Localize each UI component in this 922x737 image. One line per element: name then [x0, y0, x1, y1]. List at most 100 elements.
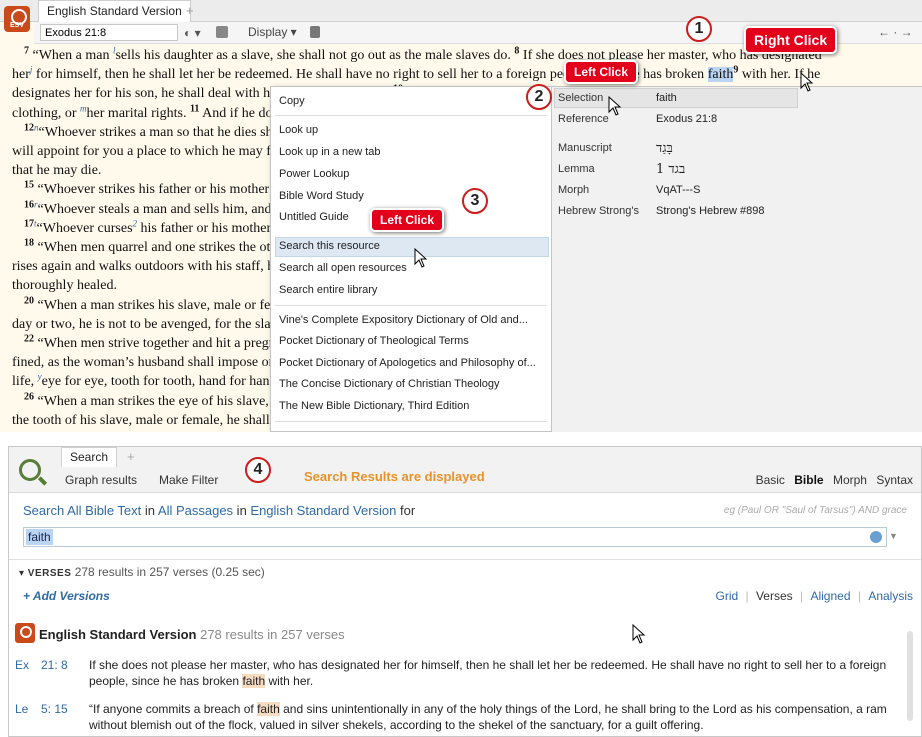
verse-text: with her. [738, 67, 795, 83]
manuscript-key: Manuscript [558, 142, 612, 154]
esv-logo-icon: ESV [4, 6, 30, 32]
mode-basic[interactable]: Basic [756, 473, 785, 487]
menu-item-power-lookup[interactable]: Power Lookup [279, 168, 349, 180]
reference-value[interactable]: Exodus 21:8 [656, 113, 717, 125]
tab-search[interactable]: Search [61, 447, 118, 467]
menu-item-untitled-guide[interactable]: Untitled Guide [279, 211, 349, 223]
display-menu[interactable]: Display ▾ [248, 25, 297, 39]
menu-item-search-entire-library[interactable]: Search entire library [279, 284, 377, 296]
add-versions-link[interactable]: + Add Versions [23, 589, 110, 603]
mode-syntax[interactable]: Syntax [876, 473, 913, 487]
search-header: Search + Graph results Make Filter Searc… [9, 447, 921, 493]
scope-version-link[interactable]: English Standard Version [250, 503, 396, 518]
menu-item-bible-word-study[interactable]: Bible Word Study [279, 190, 364, 202]
result-version-name[interactable]: English Standard Version [39, 627, 196, 642]
verses-count: 278 results in 257 verses (0.25 sec) [71, 565, 265, 579]
search-scope: Search All Bible Text in All Passages in… [23, 503, 415, 518]
menu-item-search-open-resources[interactable]: Search all open resources [279, 262, 407, 274]
view-tabs: Grid | Verses | Aligned | Analysis [711, 589, 913, 603]
scope-in: in [233, 503, 251, 518]
bible-panel: English Standard Version + ESV ◐ ▾ Displ… [0, 0, 922, 432]
menu-item-vines-dictionary[interactable]: Vine's Complete Expository Dictionary of… [279, 314, 528, 326]
selected-word[interactable]: faith [707, 67, 734, 83]
add-tab-button[interactable]: + [186, 3, 194, 18]
search-mode-tabs: Basic Bible Morph Syntax [750, 473, 913, 487]
graph-results-button[interactable]: Graph results [65, 473, 137, 487]
reference-key: Reference [558, 113, 609, 125]
view-analysis[interactable]: Analysis [868, 589, 913, 603]
menu-item-look-up[interactable]: Look up [279, 124, 318, 136]
menu-separator [275, 115, 547, 116]
view-aligned[interactable]: Aligned [810, 589, 850, 603]
make-filter-button[interactable]: Make Filter [159, 473, 218, 487]
menu-item-copy[interactable]: Copy [279, 95, 305, 107]
panel-menu-icon[interactable] [216, 26, 228, 38]
result-version-title[interactable]: English Standard Version 278 results in … [39, 627, 345, 642]
scope-text-link[interactable]: Search All Bible Text [23, 503, 141, 518]
section-divider [9, 559, 921, 560]
result-chapter-verse[interactable]: 21: 8 [41, 657, 68, 673]
search-input[interactable]: faith [23, 527, 887, 547]
tab-esv[interactable]: English Standard Version [38, 0, 191, 22]
result-book[interactable]: Le [15, 701, 28, 717]
history-arrows[interactable]: ← · → [878, 25, 913, 39]
verse-number: 26 [24, 391, 34, 402]
result-hit[interactable]: faith [257, 702, 280, 716]
menu-item-concise-dictionary[interactable]: The Concise Dictionary of Christian Theo… [279, 378, 500, 390]
verse-text: her marital rights. [86, 105, 190, 121]
cursor-arrow-icon [800, 72, 814, 92]
verse-text: her [12, 67, 30, 83]
parallel-resources-icon[interactable]: ◐ ▾ [184, 26, 201, 40]
result-version-count: 278 results in 257 verses [196, 627, 345, 642]
selection-key: Selection [558, 92, 604, 104]
menu-item-look-up-new-tab[interactable]: Look up in a new tab [279, 146, 381, 158]
result-hit[interactable]: faith [242, 674, 266, 688]
lemma-value[interactable]: בגד 1 [656, 161, 685, 177]
search-query[interactable]: faith [26, 529, 53, 545]
mode-bible[interactable]: Bible [794, 473, 823, 487]
result-book[interactable]: Ex [15, 657, 29, 673]
reference-input[interactable] [40, 24, 178, 41]
search-go-icon[interactable] [870, 531, 882, 543]
view-verses[interactable]: Verses [756, 589, 793, 603]
notes-icon[interactable] [310, 26, 320, 38]
step-4-badge: 4 [245, 457, 271, 483]
verses-toggle[interactable]: ▾ VERSES [19, 568, 71, 579]
selection-value[interactable]: faith [656, 92, 677, 104]
morph-value[interactable]: VqAT---S [656, 184, 700, 196]
verse-number: 15 [24, 179, 34, 191]
result-text-post: with her. [265, 674, 314, 688]
verse-number: 22 [24, 333, 34, 345]
morph-key: Morph [558, 184, 590, 196]
verse-number: 20 [24, 294, 34, 306]
menu-item-pocket-apologetics[interactable]: Pocket Dictionary of Apologetics and Phi… [279, 357, 536, 369]
strongs-value[interactable]: Strong's Hebrew #898 [656, 205, 765, 217]
view-separator: | [800, 589, 804, 603]
add-tab-button[interactable]: + [127, 449, 135, 464]
menu-separator [275, 421, 547, 422]
esv-logo-icon [15, 623, 35, 643]
mode-morph[interactable]: Morph [833, 473, 867, 487]
step-3-badge: 3 [462, 188, 488, 214]
result-chapter-verse[interactable]: 5: 15 [41, 701, 68, 717]
verse-text: sells his daughter as a slave, she shall… [115, 48, 515, 63]
search-panel: Search + Graph results Make Filter Searc… [8, 446, 922, 737]
result-text: “If anyone commits a breach of faith and… [89, 701, 895, 733]
search-history-dropdown-icon[interactable]: ▼ [889, 531, 898, 541]
manuscript-value[interactable]: בָּגַד [656, 140, 673, 156]
cursor-arrow-icon [632, 624, 646, 644]
annotation-note: Search Results are displayed [304, 469, 485, 484]
menu-item-pocket-theological[interactable]: Pocket Dictionary of Theological Terms [279, 335, 469, 347]
view-separator: | [857, 589, 861, 603]
view-grid[interactable]: Grid [715, 589, 738, 603]
context-menu: Copy Look up Look up in a new tab Power … [270, 86, 552, 432]
verse-number: 11 [189, 102, 200, 114]
result-text-pre: “If anyone commits a breach of [89, 702, 258, 716]
view-separator: | [745, 589, 749, 603]
menu-item-search-this-resource[interactable]: Search this resource [279, 240, 380, 252]
verse-text: “When a man [29, 48, 113, 63]
scope-passages-link[interactable]: All Passages [158, 503, 233, 518]
menu-item-new-bible-dictionary[interactable]: The New Bible Dictionary, Third Edition [279, 400, 469, 412]
verse-text: will appoint for you a place to which he… [12, 144, 295, 160]
results-scrollbar[interactable] [907, 631, 913, 721]
